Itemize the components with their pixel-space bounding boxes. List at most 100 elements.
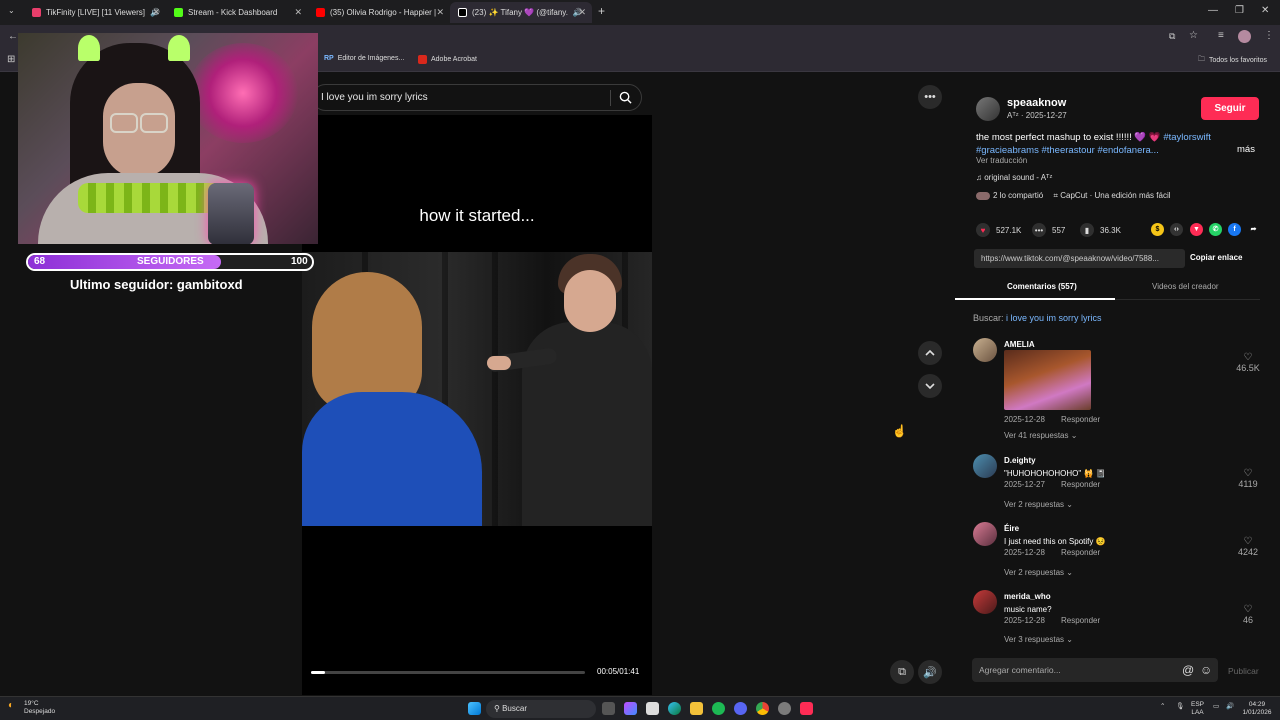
next-video-button[interactable] <box>918 374 942 398</box>
close-window-icon[interactable]: ✕ <box>1261 5 1269 16</box>
miniplayer-button[interactable]: ⧉ <box>890 660 914 684</box>
comment-like[interactable]: ♡ 4242 <box>1233 536 1263 557</box>
comments-stat[interactable]: ••• 557 <box>1032 222 1065 238</box>
tab-creator-videos[interactable]: Videos del creador <box>1152 282 1219 291</box>
reply-button[interactable]: Responder <box>1061 480 1100 489</box>
reply-button[interactable]: Responder <box>1061 415 1100 424</box>
windows-start-icon[interactable] <box>468 702 481 715</box>
language-indicator[interactable]: ESP LAA <box>1191 701 1204 717</box>
video-progress-bar[interactable] <box>311 671 585 674</box>
whatsapp-icon[interactable]: ✆ <box>1209 223 1222 236</box>
reply-button[interactable]: Responder <box>1061 616 1100 625</box>
commenter-name[interactable]: merida_who <box>1004 592 1051 601</box>
volume-icon[interactable]: 🔊 <box>1226 703 1234 711</box>
task-view-icon[interactable] <box>602 702 615 715</box>
heart-outline-icon: ♡ <box>1243 468 1253 479</box>
commenter-avatar[interactable] <box>973 522 997 546</box>
followers-label: SEGUIDORES <box>137 256 204 267</box>
minimize-icon[interactable]: — <box>1208 5 1218 16</box>
previous-video-button[interactable] <box>918 341 942 365</box>
menu-icon[interactable]: ⋮ <box>1264 30 1274 41</box>
saves-stat[interactable]: ▮ 36.3K <box>1080 222 1121 238</box>
copilot-icon[interactable] <box>624 702 637 715</box>
more-options-button[interactable]: ••• <box>918 85 942 109</box>
maximize-icon[interactable]: ❐ <box>1235 5 1244 16</box>
emoji-icon[interactable]: ☺ <box>1200 663 1212 677</box>
weather-widget[interactable]: ◐ 19°C Despejado <box>8 700 55 716</box>
see-translation[interactable]: Ver traducción <box>976 156 1027 165</box>
view-replies[interactable]: Ver 41 respuestas ⌄ <box>1004 431 1077 440</box>
coin-icon[interactable]: $ <box>1151 223 1164 236</box>
comment-like[interactable]: ♡ 4119 <box>1233 468 1263 489</box>
creator-avatar[interactable] <box>976 97 1000 121</box>
all-favorites[interactable]: 🗀 Todos los favoritos <box>1198 55 1267 66</box>
commenter-avatar[interactable] <box>973 590 997 614</box>
capcut-promo[interactable]: CapCut · Una edición más fácil <box>1060 191 1170 200</box>
tab-comments[interactable]: Comentarios (557) <box>1007 282 1077 291</box>
reply-button[interactable]: Responder <box>1061 548 1100 557</box>
close-tab-icon[interactable]: ✕ <box>294 7 302 18</box>
publish-button[interactable]: Publicar <box>1228 666 1259 676</box>
file-explorer-icon[interactable] <box>690 702 703 715</box>
search-icon[interactable] <box>619 91 632 104</box>
store-icon[interactable] <box>646 702 659 715</box>
commenter-name[interactable]: D.eighty <box>1004 456 1036 465</box>
close-tab-icon[interactable]: ✕ <box>436 7 444 18</box>
volume-button[interactable]: 🔊 <box>918 660 942 684</box>
playlist-icon[interactable]: ≡ <box>1218 30 1224 41</box>
app-icon[interactable] <box>778 702 791 715</box>
tray-chevron-icon[interactable]: ⌃ <box>1160 703 1165 711</box>
tab-tiktok[interactable]: (23) ✨ Tifany 💜 (@tifany. 🔊 ✕ <box>450 2 592 23</box>
share-arrow-icon[interactable]: ➦ <box>1247 223 1260 236</box>
comment-image[interactable] <box>1004 350 1091 410</box>
search-suggestion[interactable]: Buscar: i love you im sorry lyrics <box>973 313 1102 323</box>
screen-share-icon[interactable]: ⧉ <box>1169 31 1175 42</box>
commenter-name[interactable]: AMELIA <box>1004 340 1035 349</box>
comment-like[interactable]: ♡ 46 <box>1233 604 1263 625</box>
video-link[interactable]: https://www.tiktok.com/@speaaknow/video/… <box>974 249 1185 268</box>
mention-icon[interactable]: @ <box>1182 663 1194 677</box>
search-bar[interactable]: I love you im sorry lyrics <box>312 84 642 111</box>
commenter-avatar[interactable] <box>973 454 997 478</box>
clock[interactable]: 04:29 1/01/2026 <box>1240 701 1274 717</box>
facebook-icon[interactable]: f <box>1228 223 1241 236</box>
bookmark-image-editor[interactable]: RP Editor de Imágenes... <box>324 55 404 62</box>
discord-icon[interactable] <box>734 702 747 715</box>
microphone-icon[interactable]: 🎙 <box>1176 703 1184 711</box>
comment-like[interactable]: ♡ 46.5K <box>1233 352 1263 373</box>
tiktok-app-icon[interactable] <box>800 702 813 715</box>
close-tab-icon[interactable]: ✕ <box>578 7 586 18</box>
bookmark-adobe-acrobat[interactable]: Adobe Acrobat <box>418 55 477 64</box>
network-icon[interactable]: ▭ <box>1213 703 1219 711</box>
commenter-name[interactable]: Éire <box>1004 524 1019 533</box>
tab-menu-icon[interactable]: ⌄ <box>8 6 15 15</box>
copy-link-button[interactable]: Copiar enlace <box>1190 253 1242 262</box>
sound-link[interactable]: ♫ original sound - Aᵀᶻ <box>976 173 1052 182</box>
view-replies[interactable]: Ver 3 respuestas ⌄ <box>1004 635 1073 644</box>
star-icon[interactable]: ☆ <box>1189 30 1198 41</box>
profile-avatar[interactable] <box>1238 30 1251 43</box>
search-suggestion-query[interactable]: i love you im sorry lyrics <box>1006 313 1102 323</box>
commenter-avatar[interactable] <box>973 338 997 362</box>
tab-kick[interactable]: Stream - Kick Dashboard ✕ <box>166 2 308 23</box>
new-tab-button[interactable]: + <box>598 4 605 18</box>
chrome-icon[interactable] <box>756 702 769 715</box>
view-replies[interactable]: Ver 2 respuestas ⌄ <box>1004 500 1073 509</box>
tab-tikfinity[interactable]: TikFinity [LIVE] [11 Viewers] 🔊 ✕ <box>24 2 166 23</box>
taskbar-search[interactable]: ⚲ Buscar <box>486 700 596 718</box>
mouse-cursor: ☝ <box>892 424 907 438</box>
creator-username[interactable]: speaaknow <box>1007 97 1066 109</box>
likes-stat[interactable]: ♥ 527.1K <box>976 222 1021 238</box>
spotify-icon[interactable] <box>712 702 725 715</box>
search-input[interactable]: I love you im sorry lyrics <box>321 92 428 103</box>
edge-icon[interactable] <box>668 702 681 715</box>
more-button[interactable]: más <box>1237 144 1255 155</box>
view-replies[interactable]: Ver 2 respuestas ⌄ <box>1004 568 1073 577</box>
follow-button[interactable]: Seguir <box>1201 97 1259 120</box>
close-tab-icon[interactable]: ✕ <box>152 7 160 18</box>
back-icon[interactable]: ← <box>8 31 18 42</box>
repost-icon[interactable]: ▼ <box>1190 223 1203 236</box>
apps-icon[interactable]: ⊞ <box>7 54 15 65</box>
embed-icon[interactable]: ‹› <box>1170 223 1183 236</box>
tab-youtube[interactable]: (35) Olivia Rodrigo - Happier | ✕ <box>308 2 450 23</box>
